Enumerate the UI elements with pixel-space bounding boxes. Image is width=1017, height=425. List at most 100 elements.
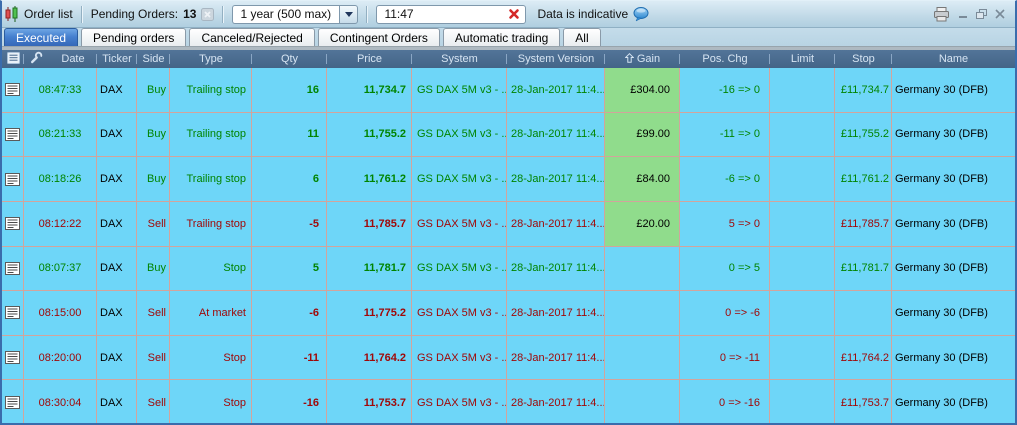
table-row[interactable]: 08:07:37 DAX Buy Stop 5 11,781.7 GS DAX 5M v3 … [2,246,1015,292]
column-header-stop[interactable]: Stop [835,50,892,68]
tab-all[interactable]: All [563,28,601,46]
tab-zone: Executed Pending orders Canceled/Rejected C… [2,28,1015,50]
note-icon [2,380,24,423]
toolbar-separator [80,5,83,23]
cell-pos-chg: -6 => 0 [680,157,770,201]
wrench-icon [30,51,43,67]
cell-gain [605,380,680,423]
cell-qty: -16 [252,380,327,423]
table-row[interactable]: 08:21:33 DAX Buy Trailing stop 11 11,755.2 GS … [2,112,1015,158]
header-document-icon[interactable] [2,50,24,68]
pending-orders-label: Pending Orders: [90,7,179,21]
clear-red-x-icon[interactable] [508,8,520,20]
cell-system: GS DAX 5M v3 - ... [412,291,507,335]
column-header-pos-chg[interactable]: Pos. Chg [680,50,770,68]
cell-stop [835,291,892,335]
column-header-gain[interactable]: Gain [605,50,680,68]
cell-gain: £304.00 [605,68,680,112]
table-row[interactable]: 08:15:00 DAX Sell At market -6 11,775.2 GS DAX… [2,291,1015,336]
restore-icon[interactable] [976,9,987,19]
table-row[interactable]: 08:12:22 DAX Sell Trailing stop -5 11,785.7 GS… [2,201,1015,247]
cell-date: 08:15:00 [24,291,97,335]
cell-stop: £11,755.2 [835,112,892,157]
cell-name: Germany 30 (DFB) [895,128,988,141]
cell-limit [770,201,835,246]
note-icon [2,157,24,201]
disabled-clear-icon[interactable] [201,7,215,21]
speech-bubble-icon [633,6,649,22]
cell-side: Sell [137,201,170,246]
table-header: Date Ticker Side Type Qty Price System System V… [2,50,1015,68]
candlestick-icon [4,6,19,22]
cell-limit [770,291,835,335]
printer-icon[interactable] [933,6,950,22]
cell-stop: £11,785.7 [835,201,892,246]
column-header-label: Type [199,53,223,65]
note-icon [2,112,24,157]
tab-pending-orders[interactable]: Pending orders [81,28,187,46]
cell-system-version: 28-Jan-2017 11:4... [507,201,605,246]
cell-pos-chg: 5 => 0 [680,201,770,246]
table-row[interactable]: 08:30:04 DAX Sell Stop -16 11,753.7 GS DAX 5M … [2,380,1015,423]
cell-ticker: DAX [97,246,137,291]
cell-date: 08:21:33 [24,112,97,157]
cell-gain: £99.00 [605,112,680,157]
period-dropdown[interactable]: 1 year (500 max) [232,4,359,24]
cell-ticker: DAX [97,291,137,335]
cell-side: Sell [137,380,170,423]
cell-side: Sell [137,291,170,335]
column-header-name[interactable]: Name [892,50,1015,68]
column-header-side[interactable]: Side [137,50,170,68]
pending-orders-group: Pending Orders: 13 [91,7,215,21]
minimize-icon[interactable] [958,9,968,19]
table-row[interactable]: 08:20:00 DAX Sell Stop -11 11,764.2 GS DAX 5M … [2,335,1015,381]
column-header-label: Gain [636,53,661,65]
cell-limit [770,380,835,423]
pending-orders-count: 13 [183,7,197,21]
tab-canceled-rejected[interactable]: Canceled/Rejected [189,28,315,46]
cell-name: Germany 30 (DFB) [895,173,988,186]
column-header-qty[interactable]: Qty [252,50,327,68]
time-input[interactable]: 11:47 [376,4,527,24]
cell-system: GS DAX 5M v3 - ... [412,246,507,291]
header-wrench-icon[interactable] [24,50,49,68]
column-header-date[interactable]: Date [49,50,97,68]
cell-system: GS DAX 5M v3 - ... [412,380,507,423]
document-icon [6,51,20,67]
cell-qty: -5 [252,201,327,246]
order-list-toggle[interactable]: Order list [4,6,73,22]
cell-name: Germany 30 (DFB) [895,351,988,364]
column-header-label: Side [142,53,165,65]
cell-name: Germany 30 (DFB) [895,396,988,409]
table-row[interactable]: 08:18:26 DAX Buy Trailing stop 6 11,761.2 GS D… [2,157,1015,202]
cell-name: Germany 30 (DFB) [895,217,988,230]
cell-pos-chg: 0 => -6 [680,291,770,335]
cell-side: Sell [137,335,170,380]
tab-executed[interactable]: Executed [4,28,79,46]
tab-contingent-orders[interactable]: Contingent Orders [317,28,440,46]
cell-qty: -11 [252,335,327,380]
cell-name: Germany 30 (DFB) [895,262,988,275]
cell-ticker: DAX [97,201,137,246]
dropdown-arrow-icon[interactable] [339,4,359,24]
order-list-label: Order list [24,7,73,21]
cell-type: Stop [170,380,252,423]
tab-automatic-trading[interactable]: Automatic trading [442,28,561,46]
cell-qty: 6 [252,157,327,201]
cell-side: Buy [137,112,170,157]
table-row[interactable]: 08:47:33 DAX Buy Trailing stop 16 11,734.7 GS … [2,68,1015,113]
table-body: 08:47:33 DAX Buy Trailing stop 16 11,734.7 GS … [2,68,1015,423]
column-header-price[interactable]: Price [327,50,412,68]
column-header-label: Limit [790,53,815,65]
close-icon[interactable] [995,9,1005,19]
column-header-system[interactable]: System [412,50,507,68]
cell-type: At market [170,291,252,335]
column-header-system-version[interactable]: System Version [507,50,605,68]
column-header-type[interactable]: Type [170,50,252,68]
column-header-ticker[interactable]: Ticker [97,50,137,68]
order-list-window: Order list Pending Orders: 13 1 year (50… [0,0,1017,425]
cell-ticker: DAX [97,157,137,201]
column-header-limit[interactable]: Limit [770,50,835,68]
cell-ticker: DAX [97,68,137,112]
cell-date: 08:18:26 [24,157,97,201]
